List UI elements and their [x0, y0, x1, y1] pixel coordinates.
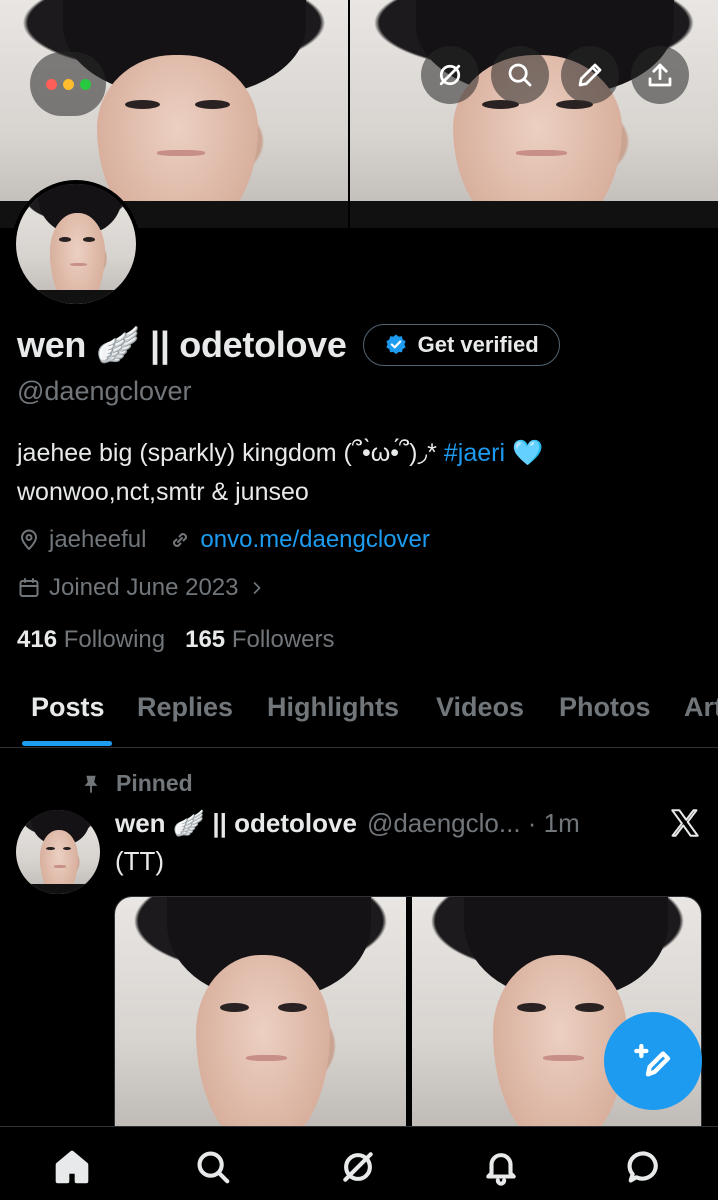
post-author-handle-time[interactable]: @daengclo... · 1m	[367, 808, 580, 839]
get-verified-label: Get verified	[417, 332, 539, 357]
search-icon	[508, 63, 532, 87]
bottom-navigation	[0, 1126, 718, 1200]
joined-item[interactable]: Joined June 2023	[17, 574, 267, 602]
chevron-right-icon	[253, 582, 260, 594]
edit-button[interactable]	[561, 46, 619, 104]
following-link[interactable]: 416 Following	[17, 626, 165, 654]
post-header: wen 🪽 || odetolove @daengclo... · 1m	[115, 808, 580, 839]
nav-grok[interactable]	[338, 1147, 378, 1187]
home-icon	[55, 1150, 89, 1184]
display-name: wen 🪽 || odetolove	[17, 324, 347, 365]
bio-hashtag[interactable]: #jaeri	[444, 439, 505, 467]
tab-posts[interactable]: Posts	[31, 692, 105, 723]
post-text: (TT)	[115, 846, 165, 876]
followers-count: 165	[185, 626, 226, 653]
compose-icon	[634, 1043, 671, 1077]
window-controls[interactable]	[30, 52, 106, 116]
follow-counts: 416 Following 165 Followers	[17, 626, 335, 654]
bio-text-line2: wonwoo,nct,smtr & junseo	[17, 478, 309, 506]
verified-badge-icon	[386, 334, 406, 355]
grok-icon	[343, 1152, 373, 1182]
following-label: Following	[63, 626, 166, 653]
grok-icon	[439, 64, 461, 86]
nav-home[interactable]	[52, 1147, 92, 1187]
profile-meta-row: jaeheeful onvo.me/daengclover	[17, 526, 430, 554]
post-media-photo-1[interactable]	[115, 897, 406, 1126]
profile-handle: @daengclover	[17, 376, 192, 406]
tab-videos[interactable]: Videos	[436, 692, 524, 723]
window-dot-yellow	[62, 78, 74, 90]
get-verified-button[interactable]: Get verified	[362, 324, 560, 366]
window-dot-green	[79, 78, 91, 90]
calendar-icon	[19, 578, 39, 597]
joined-row[interactable]: Joined June 2023	[17, 574, 267, 602]
window-dot-red	[45, 78, 57, 90]
nav-search[interactable]	[193, 1147, 233, 1187]
profile-avatar[interactable]	[12, 180, 140, 308]
search-button[interactable]	[491, 46, 549, 104]
grok-button[interactable]	[421, 46, 479, 104]
location-pin-icon	[21, 529, 37, 550]
notifications-icon	[486, 1153, 516, 1186]
active-tab-indicator	[22, 741, 112, 746]
edit-icon	[578, 63, 602, 87]
compose-post-button[interactable]	[604, 1012, 702, 1110]
post-author-name[interactable]: wen 🪽 || odetolove	[115, 808, 357, 839]
nav-notifications[interactable]	[481, 1147, 521, 1187]
search-icon	[197, 1151, 230, 1184]
pinned-indicator: Pinned	[80, 770, 193, 797]
location-item: jaeheeful	[17, 526, 146, 554]
tab-replies[interactable]: Replies	[137, 692, 233, 723]
location-text: jaeheeful	[49, 526, 147, 553]
profile-bio: jaehee big (sparkly) kingdom (՞•̀ω•́՞)◞*…	[17, 434, 707, 512]
bio-emoji: 🩵	[511, 439, 544, 467]
joined-text: Joined June 2023	[49, 574, 239, 601]
followers-label: Followers	[231, 626, 335, 653]
followers-link[interactable]: 165 Followers	[185, 626, 334, 654]
post-avatar-photo	[16, 810, 100, 894]
share-button[interactable]	[631, 46, 689, 104]
tab-art[interactable]: Art	[684, 692, 718, 723]
name-row: wen 🪽 || odetolove Get verified	[17, 324, 560, 366]
pinned-label: Pinned	[116, 770, 193, 796]
tab-highlights[interactable]: Highlights	[267, 692, 399, 723]
banner-photo-right	[350, 0, 718, 228]
nav-messages[interactable]	[625, 1147, 665, 1187]
link-icon	[173, 532, 188, 548]
x-logo-icon[interactable]	[668, 806, 702, 840]
website-item[interactable]: onvo.me/daengclover	[168, 526, 430, 554]
website-link[interactable]: onvo.me/daengclover	[200, 526, 429, 554]
bio-text-line1: jaehee big (sparkly) kingdom (՞•̀ω•́՞)◞*	[17, 439, 437, 467]
pin-icon	[84, 775, 98, 793]
post-author-avatar[interactable]	[16, 810, 100, 894]
messages-icon	[627, 1151, 658, 1183]
tab-photos[interactable]: Photos	[559, 692, 651, 723]
avatar-photo	[16, 184, 136, 304]
profile-tabs: Posts Replies Highlights Videos Photos A…	[0, 670, 718, 748]
share-icon	[648, 63, 672, 87]
following-count: 416	[17, 626, 58, 653]
